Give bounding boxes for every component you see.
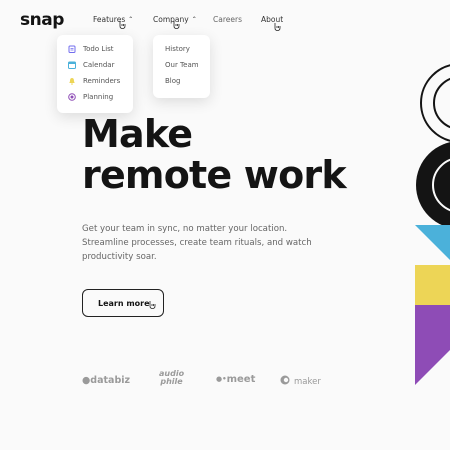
calendar-icon	[68, 61, 76, 69]
meet-dots-icon: ●•	[216, 375, 227, 383]
headline-line-2: remote work	[82, 153, 347, 197]
maker-logo: maker	[280, 375, 321, 387]
purple-block-shape	[415, 305, 450, 385]
chevron-up-icon: ⌃	[128, 16, 134, 23]
databiz-logo: ●databiz	[82, 375, 130, 386]
menu-item-todo-list[interactable]: Todo List	[57, 41, 133, 57]
menu-item-calendar[interactable]: Calendar	[57, 57, 133, 73]
client-logos: ●databiz audio phile ●•meet maker	[82, 370, 332, 390]
menu-item-blog[interactable]: Blog	[153, 73, 210, 89]
pointer-cursor-icon	[149, 301, 156, 309]
headline-line-1: Make	[82, 112, 193, 156]
menu-item-planning[interactable]: Planning	[57, 89, 133, 105]
yellow-block-shape	[415, 265, 450, 305]
pointer-cursor-icon	[274, 23, 281, 31]
pointer-cursor-icon	[119, 21, 126, 29]
nav-company-label: Company	[153, 15, 189, 24]
nav-careers[interactable]: Careers	[213, 15, 242, 24]
snap-logo[interactable]: snap	[20, 10, 64, 30]
menu-item-label: Planning	[83, 93, 114, 101]
maker-mark-icon	[280, 375, 290, 385]
hero-description: Get your team in sync, no matter your lo…	[82, 224, 312, 262]
hero-illustration	[415, 64, 450, 385]
blue-triangle-shape	[415, 225, 450, 260]
reminders-icon	[68, 77, 76, 85]
maker-wordmark: maker	[294, 377, 321, 387]
planning-icon	[68, 93, 76, 101]
pointer-cursor-icon	[173, 21, 180, 29]
menu-item-label: Reminders	[83, 77, 121, 85]
databiz-wordmark: databiz	[90, 375, 131, 386]
hero-headline: Make remote work	[82, 112, 347, 197]
menu-item-label: Todo List	[83, 45, 114, 53]
learn-more-label: Learn more	[98, 298, 150, 308]
features-dropdown: Todo List Calendar Reminders Planning	[57, 35, 133, 113]
illustration-rings	[416, 64, 450, 228]
menu-item-label: Calendar	[83, 61, 115, 69]
nav-features[interactable]: Features ⌃	[93, 15, 133, 24]
todo-list-icon	[68, 45, 76, 53]
company-dropdown: History Our Team Blog	[153, 35, 210, 98]
menu-item-reminders[interactable]: Reminders	[57, 73, 133, 89]
meet-logo: ●•meet	[216, 374, 255, 385]
chevron-up-icon: ⌃	[191, 16, 197, 23]
menu-item-our-team[interactable]: Our Team	[153, 57, 210, 73]
meet-wordmark: meet	[226, 374, 256, 385]
menu-item-history[interactable]: History	[153, 41, 210, 57]
audiophile-wordmark-bottom: phile	[160, 377, 183, 386]
audiophile-logo: audio phile	[159, 370, 184, 386]
